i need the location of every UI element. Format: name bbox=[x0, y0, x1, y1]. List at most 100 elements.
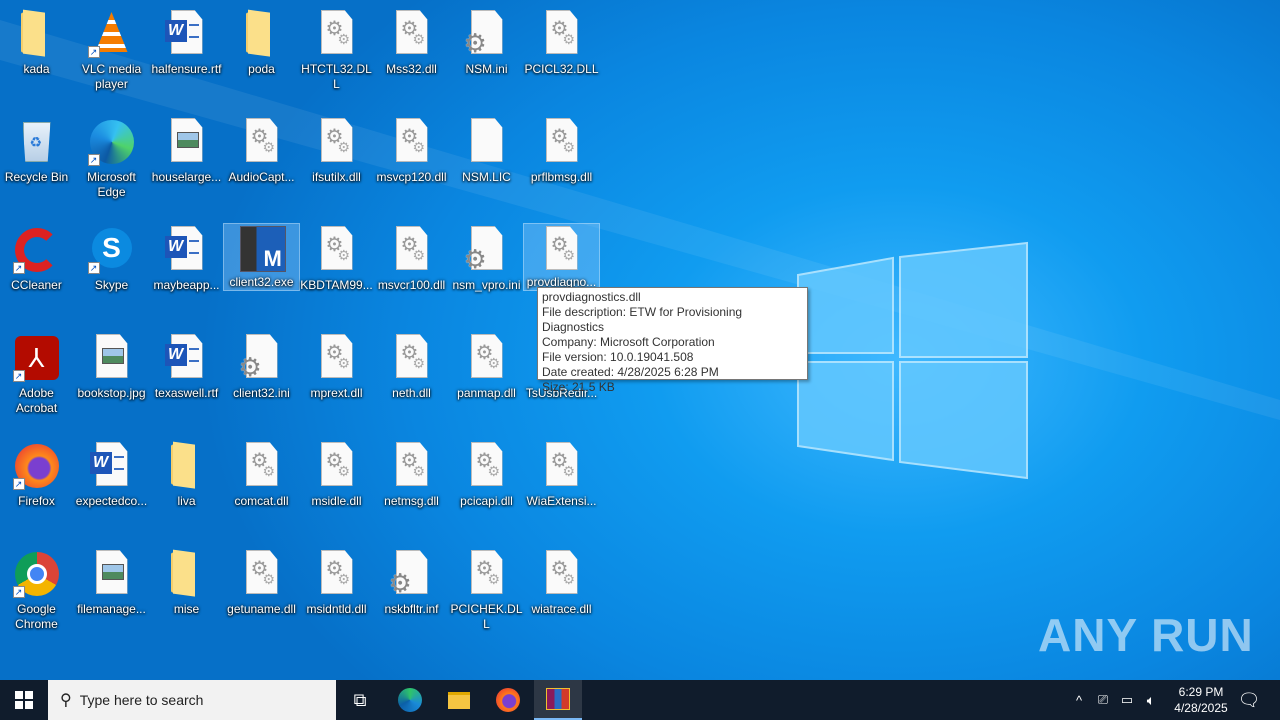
desktop-icon-msidle-dll[interactable]: ⚙ ⚙ msidle.dll bbox=[299, 440, 374, 540]
desktop-icon-label: nsm_vpro.ini bbox=[452, 278, 521, 292]
icon-part: ⚙ bbox=[412, 463, 426, 479]
desktop-icon-liva[interactable]: liva bbox=[149, 440, 224, 540]
desktop-icon-recycle-bin[interactable]: ♻ Recycle Bin bbox=[0, 116, 74, 216]
icon-part bbox=[170, 444, 195, 488]
meet-now-icon[interactable]: ⎚ bbox=[1092, 680, 1114, 720]
desktop-icon-ifsutilx-dll[interactable]: ⚙ ⚙ ifsutilx.dll bbox=[299, 116, 374, 216]
taskbar-firefox[interactable] bbox=[484, 680, 532, 720]
icon-part: W bbox=[164, 20, 187, 42]
desktop-icon-label: msidntld.dll bbox=[306, 602, 367, 616]
chrome-icon: ↗ bbox=[12, 550, 61, 598]
desktop-icon-client32-ini[interactable]: ⚙ client32.ini bbox=[224, 332, 299, 432]
desktop-icon-pcicl32-dll[interactable]: ⚙ ⚙ PCICL32.DLL bbox=[524, 8, 599, 108]
desktop-icon-label: Google Chrome bbox=[15, 602, 58, 631]
desktop-icon-mss32-dll[interactable]: ⚙ ⚙ Mss32.dll bbox=[374, 8, 449, 108]
desktop-icon-label: KBDTAM99... bbox=[300, 278, 373, 292]
desktop-icon-poda[interactable]: poda bbox=[224, 8, 299, 108]
icon-part: ⚙ bbox=[562, 247, 576, 263]
dll-icon: ⚙⚙ bbox=[538, 10, 586, 58]
desktop-icon-label: texaswell.rtf bbox=[154, 386, 219, 400]
desktop-icon-nsm-ini[interactable]: ⚙ NSM.ini bbox=[449, 8, 524, 108]
desktop-icon-wiatrace-dll[interactable]: ⚙ ⚙ wiatrace.dll bbox=[524, 548, 599, 648]
show-hidden-icons[interactable]: ^ bbox=[1068, 680, 1090, 720]
search-box[interactable]: ⚲ Type here to search bbox=[48, 680, 336, 720]
firefox-icon: ↗ bbox=[12, 442, 61, 490]
desktop-icon-vlc-media-player[interactable]: ↗ VLC media player bbox=[74, 8, 149, 108]
desktop-icon-kada[interactable]: kada bbox=[0, 8, 74, 108]
icon-part: W bbox=[164, 236, 187, 258]
task-view-button[interactable]: ⧉ bbox=[336, 680, 384, 720]
desktop-icon-pcichek-dll[interactable]: ⚙ ⚙ PCICHEK.DLL bbox=[449, 548, 524, 648]
tooltip-line: File version: 10.0.19041.508 bbox=[542, 350, 694, 364]
search-input[interactable]: Type here to search bbox=[80, 692, 204, 708]
desktop-icon-houselarge[interactable]: houselarge... bbox=[149, 116, 224, 216]
desktop-icon-ccleaner[interactable]: ↗ CCleaner bbox=[0, 224, 74, 324]
desktop-icon-pcicapi-dll[interactable]: ⚙ ⚙ pcicapi.dll bbox=[449, 440, 524, 540]
icon-part: ⚙ bbox=[562, 463, 576, 479]
shortcut-arrow-icon: ↗ bbox=[87, 262, 100, 274]
taskbar-file-explorer[interactable] bbox=[435, 680, 483, 720]
icon-part: ⚙ bbox=[388, 568, 412, 598]
desktop-icon-neth-dll[interactable]: ⚙ ⚙ neth.dll bbox=[374, 332, 449, 432]
desktop-icon-client32-exe[interactable]: Mclient32.exe bbox=[223, 223, 300, 291]
desktop-icon-audiocapt[interactable]: ⚙ ⚙ AudioCapt... bbox=[224, 116, 299, 216]
desktop-icon-msvcp120-dll[interactable]: ⚙ ⚙ msvcp120.dll bbox=[374, 116, 449, 216]
icon-part bbox=[101, 348, 124, 364]
icon-part bbox=[188, 240, 199, 254]
word-icon: W bbox=[163, 334, 211, 382]
desktop-icon-bookstop-jpg[interactable]: bookstop.jpg bbox=[74, 332, 149, 432]
desktop-icon-msidntld-dll[interactable]: ⚙ ⚙ msidntld.dll bbox=[299, 548, 374, 648]
desktop-icon-nsm-vpro-ini[interactable]: ⚙ nsm_vpro.ini bbox=[449, 224, 524, 324]
dll-icon: ⚙⚙ bbox=[313, 550, 361, 598]
desktop-icon-prflbmsg-dll[interactable]: ⚙ ⚙ prflbmsg.dll bbox=[524, 116, 599, 216]
desktop-icon-microsoft-edge[interactable]: ↗ Microsoft Edge bbox=[74, 116, 149, 216]
desktop-icon-nsm-lic[interactable]: NSM.LIC bbox=[449, 116, 524, 216]
desktop-icon-google-chrome[interactable]: ↗ Google Chrome bbox=[0, 548, 74, 648]
desktop-icon-label: PCICHEK.DLL bbox=[450, 602, 523, 631]
clock[interactable]: 6:29 PM 4/28/2025 bbox=[1164, 680, 1238, 720]
tooltip-line: Company: Microsoft Corporation bbox=[542, 335, 715, 349]
desktop-icon-label: halfensure.rtf bbox=[151, 62, 222, 76]
desktop-icon-halfensure-rtf[interactable]: Whalfensure.rtf bbox=[149, 8, 224, 108]
desktop-icon-msvcr100-dll[interactable]: ⚙ ⚙ msvcr100.dll bbox=[374, 224, 449, 324]
volume-icon[interactable]: 🔈︎ bbox=[1140, 680, 1162, 720]
acrobat-icon: ⅄ ↗ bbox=[12, 334, 61, 382]
ini-icon: ⚙ bbox=[463, 226, 511, 274]
network-icon[interactable]: ▭ bbox=[1116, 680, 1138, 720]
icon-part: ⚙ bbox=[463, 28, 487, 58]
ccleaner-icon: ↗ bbox=[12, 226, 61, 274]
icon-part: ⚙ bbox=[337, 571, 351, 587]
taskbar-winrar[interactable] bbox=[534, 680, 582, 720]
desktop-icon-label: wiatrace.dll bbox=[531, 602, 592, 616]
desktop-icon-expectedco[interactable]: Wexpectedco... bbox=[74, 440, 149, 540]
desktop-icon-filemanage[interactable]: filemanage... bbox=[74, 548, 149, 648]
desktop-icon-getuname-dll[interactable]: ⚙ ⚙ getuname.dll bbox=[224, 548, 299, 648]
dll-icon: ⚙⚙ bbox=[463, 550, 511, 598]
start-button[interactable] bbox=[0, 680, 48, 720]
desktop-icon-texaswell-rtf[interactable]: Wtexaswell.rtf bbox=[149, 332, 224, 432]
desktop-icon-htctl32-dll[interactable]: ⚙ ⚙ HTCTL32.DLL bbox=[299, 8, 374, 108]
recycle-icon: ♻ bbox=[13, 118, 61, 166]
desktop-icon-nskbfltr-inf[interactable]: ⚙ nskbfltr.inf bbox=[374, 548, 449, 648]
desktop-icon-adobe-acrobat[interactable]: ⅄ ↗ Adobe Acrobat bbox=[0, 332, 74, 432]
dll-icon: ⚙⚙ bbox=[238, 550, 286, 598]
desktop-icon-mise[interactable]: mise bbox=[149, 548, 224, 648]
icon-part: ⚙ bbox=[463, 244, 487, 274]
ini-icon: ⚙ bbox=[388, 550, 436, 598]
icon-part: ⚙ bbox=[337, 31, 351, 47]
desktop-icon-netmsg-dll[interactable]: ⚙ ⚙ netmsg.dll bbox=[374, 440, 449, 540]
desktop-icon-skype[interactable]: S ↗ Skype bbox=[74, 224, 149, 324]
notifications-button[interactable]: 🗨︎ bbox=[1232, 680, 1266, 720]
desktop-icon-provdiagno[interactable]: ⚙ ⚙ provdiagno... bbox=[523, 223, 600, 291]
desktop-icon-maybeapp[interactable]: Wmaybeapp... bbox=[149, 224, 224, 324]
desktop-icon-wiaextensi[interactable]: ⚙ ⚙ WiaExtensi... bbox=[524, 440, 599, 540]
desktop-icon-label: ifsutilx.dll bbox=[312, 170, 361, 184]
desktop-icon-mprext-dll[interactable]: ⚙ ⚙ mprext.dll bbox=[299, 332, 374, 432]
desktop-icon-kbdtam99[interactable]: ⚙ ⚙ KBDTAM99... bbox=[299, 224, 374, 324]
desktop-icon-comcat-dll[interactable]: ⚙ ⚙ comcat.dll bbox=[224, 440, 299, 540]
taskbar-edge[interactable] bbox=[386, 680, 434, 720]
skype-icon: S ↗ bbox=[87, 226, 136, 274]
desktop-icon-firefox[interactable]: ↗ Firefox bbox=[0, 440, 74, 540]
desktop-icon-label: NSM.ini bbox=[465, 62, 508, 76]
desktop-icon-panmap-dll[interactable]: ⚙ ⚙ panmap.dll bbox=[449, 332, 524, 432]
